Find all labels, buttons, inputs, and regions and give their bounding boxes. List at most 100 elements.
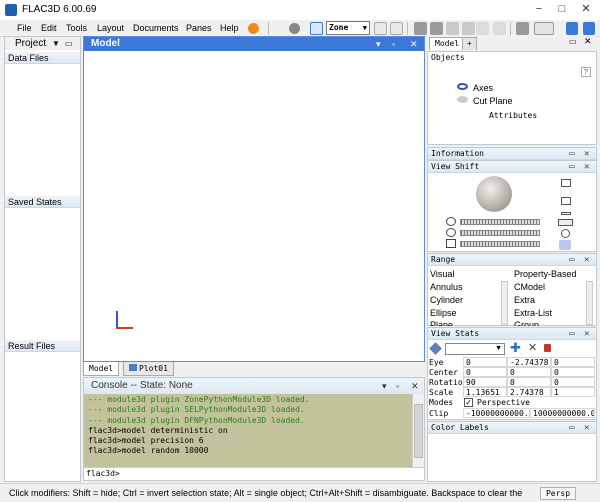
view-dropdown-icon[interactable] [534,22,554,35]
model-view-window[interactable]: Model ▾ ▫ ✕ [83,36,425,362]
camera-icon[interactable] [429,342,442,355]
projection-mode[interactable]: Persp [540,487,576,500]
float-icon[interactable]: ▭ [569,328,574,340]
float-icon[interactable]: ▫ [396,378,399,394]
grid-icon[interactable] [414,22,427,35]
float-icon[interactable]: ▭ [65,39,73,48]
scrollbar-thumb[interactable] [414,404,423,458]
panel-left-icon[interactable] [566,22,578,35]
tab-plot01[interactable]: Plot01 [123,362,174,376]
fit-view-icon[interactable] [561,197,571,205]
rotation-sphere[interactable] [476,176,512,212]
float-icon[interactable]: ▭ [569,37,577,46]
eye-y-field[interactable]: -2.74378 [507,357,551,367]
delete-icon[interactable]: ✕ [528,342,537,354]
panel-right-icon[interactable] [583,22,595,35]
clip-far-field[interactable]: 10000000000.0 [530,408,595,418]
close-icon[interactable]: ✕ [584,36,592,47]
range-item[interactable]: Extra [514,295,535,305]
section-saved-states[interactable]: Saved States [5,196,80,208]
scale-y-field[interactable]: 2.74378 [507,387,551,397]
warning-icon[interactable] [248,23,259,34]
center-z-field[interactable]: 0 [551,367,595,377]
zoom-field-icon[interactable] [558,219,573,226]
center-y-field[interactable]: 0 [507,367,551,377]
rotation-z-field[interactable]: 0 [551,377,595,387]
scale-z-field[interactable]: 1 [551,387,595,397]
tab-model[interactable]: Model [83,362,120,376]
float-icon[interactable]: ▫ [392,37,395,51]
menu-tools[interactable]: Tools [66,23,87,33]
center-x-field[interactable]: 0 [463,367,507,377]
float-icon[interactable]: ▭ [569,254,574,266]
cursor-tool-icon[interactable] [374,22,387,35]
range-left-scrollbar[interactable] [501,281,508,325]
pan-icon[interactable] [462,22,475,35]
close-icon[interactable]: ✕ [584,422,589,434]
menu-layout[interactable]: Layout [97,23,124,33]
crosshair-icon[interactable] [476,22,489,35]
view-preset-select[interactable]: ▼ [445,343,505,355]
section-result-files[interactable]: Result Files [5,340,80,352]
range-item[interactable]: Extra-List [514,308,552,318]
close-button[interactable]: ✕ [579,3,593,15]
hand-pan-icon[interactable] [559,240,571,250]
measure-icon[interactable] [493,22,506,35]
range-item[interactable]: Cylinder [430,295,463,305]
zoom-out-icon[interactable] [561,212,571,215]
clip-near-field[interactable]: -10000000000.( [463,408,530,418]
range-right-scrollbar[interactable] [586,281,593,325]
pitch-slider[interactable] [460,230,540,236]
reset-view-icon[interactable] [561,179,571,187]
zoom-in-icon[interactable] [561,229,570,238]
float-icon[interactable]: ▭ [569,422,574,434]
close-icon[interactable]: ✕ [411,378,419,394]
menu-documents[interactable]: Documents [133,23,179,33]
close-icon[interactable]: ✕ [584,254,589,266]
menu-file[interactable]: File [17,23,32,33]
close-icon[interactable]: ✕ [584,328,589,340]
select-cursor-icon[interactable] [310,22,323,35]
range-item[interactable]: CModel [514,282,545,292]
rotation-x-field[interactable]: 90 [463,377,507,387]
scale-x-field[interactable]: 1.13651 [463,387,507,397]
chevron-down-icon[interactable]: ▾ [382,378,387,394]
object-axes[interactable]: Axes [473,83,493,93]
range-item[interactable]: Plane [430,320,453,326]
menu-edit[interactable]: Edit [41,23,57,33]
yaw-slider[interactable] [460,241,540,247]
range-item[interactable]: Annulus [430,282,463,292]
add-icon[interactable]: ✚ [510,341,521,354]
range-item[interactable]: Ellipse [430,308,457,318]
rotation-y-field[interactable]: 0 [507,377,551,387]
float-icon[interactable]: ▭ [569,148,574,160]
maximize-button[interactable]: □ [555,3,569,15]
object-cut-plane[interactable]: Cut Plane [473,96,513,106]
menu-help[interactable]: Help [220,23,239,33]
eye-x-field[interactable]: 0 [463,357,507,367]
roll-slider[interactable] [460,219,540,225]
perspective-checkbox[interactable]: ✓ [464,398,473,407]
close-icon[interactable]: ✕ [584,161,589,173]
grid-small-icon[interactable] [430,22,443,35]
chevron-down-icon[interactable]: ▾ [376,37,381,51]
add-tab-button[interactable]: + [462,37,477,50]
range-item[interactable]: Group [514,320,539,326]
lock-icon[interactable] [544,344,551,352]
eye-z-field[interactable]: 0 [551,357,595,367]
section-data-files[interactable]: Data Files [5,52,80,64]
console-scrollbar[interactable] [412,394,424,467]
close-icon[interactable]: ✕ [584,148,589,160]
close-icon[interactable]: ✕ [410,37,418,51]
console-input[interactable]: flac3d> [84,467,424,480]
chevron-down-icon[interactable]: ▼ [52,39,60,48]
menu-panes[interactable]: Panes [186,23,212,33]
help-icon[interactable]: ? [581,67,591,77]
minimize-button[interactable]: − [532,3,546,15]
zone-select[interactable]: Zone ▼ [326,21,370,35]
probe-tool-icon[interactable] [390,22,403,35]
float-icon[interactable]: ▭ [569,161,574,173]
cube-icon[interactable] [446,22,459,35]
project-header[interactable]: Project ▼ ▭ [5,37,80,50]
layout-icon[interactable] [516,22,529,35]
